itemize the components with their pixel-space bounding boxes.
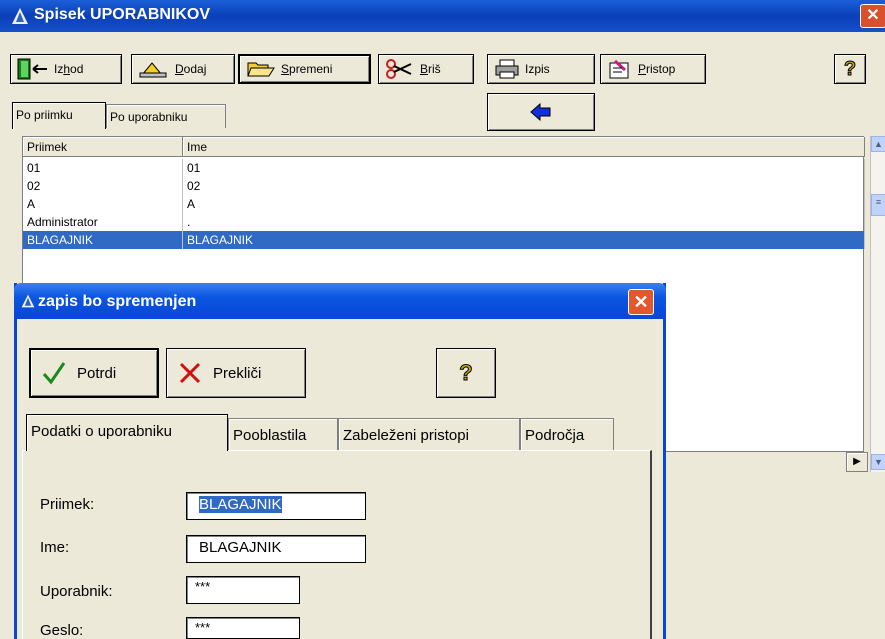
scroll-thumb[interactable]: ≡ bbox=[871, 194, 885, 216]
scroll-up-icon[interactable]: ▲ bbox=[871, 136, 885, 152]
tab-permissions[interactable]: Pooblastila bbox=[228, 418, 338, 450]
printer-icon bbox=[495, 59, 519, 79]
surname-input[interactable]: BLAGAJNIK bbox=[186, 492, 366, 520]
confirm-label: Potrdi bbox=[77, 364, 117, 382]
help-button[interactable]: ? bbox=[834, 54, 866, 84]
dialog-title: zapis bo spremenjen bbox=[38, 293, 197, 310]
print-label: Izpis bbox=[525, 62, 550, 76]
dialog-help-button[interactable]: ? bbox=[436, 348, 496, 398]
change-button[interactable]: Spremeni bbox=[238, 54, 371, 84]
window-title: Spisek UPORABNIKOV bbox=[34, 6, 211, 23]
arrow-left-icon bbox=[530, 103, 551, 121]
username-value: *** bbox=[195, 579, 211, 594]
main-title-bar[interactable]: Spisek UPORABNIKOV bbox=[0, 0, 885, 32]
add-button[interactable]: Dodaj bbox=[131, 54, 235, 84]
print-button[interactable]: Izpis bbox=[487, 54, 595, 84]
cancel-button[interactable]: Prekliči bbox=[166, 348, 306, 398]
column-header-surname[interactable]: Priimek bbox=[23, 137, 183, 157]
tab-by-surname[interactable]: Po priimku bbox=[12, 102, 106, 129]
add-label: Dodaj bbox=[175, 62, 207, 76]
help-question-icon: ? bbox=[843, 57, 857, 80]
open-folder-icon bbox=[247, 62, 275, 77]
name-input[interactable]: BLAGAJNIK bbox=[186, 535, 366, 563]
access-button[interactable]: Pristop bbox=[600, 54, 706, 84]
username-label: Uporabnik: bbox=[40, 583, 113, 600]
username-input[interactable]: *** bbox=[186, 576, 300, 604]
scroll-right-icon[interactable]: ▶ bbox=[846, 452, 868, 472]
grid-header: Priimek Ime bbox=[23, 137, 865, 157]
add-record-icon bbox=[139, 62, 167, 78]
table-row[interactable]: Administrator. bbox=[23, 213, 865, 231]
tab-logged-access[interactable]: Zabeleženi pristopi bbox=[338, 418, 520, 450]
table-row-selected[interactable]: BLAGAJNIK BLAGAJNIK bbox=[23, 231, 865, 249]
exit-label: Izhod bbox=[54, 62, 84, 76]
password-value: *** bbox=[195, 620, 211, 635]
back-arrow-button[interactable] bbox=[487, 93, 595, 131]
cross-icon bbox=[179, 362, 201, 384]
change-label: Spremeni bbox=[281, 62, 333, 76]
dialog-close-button[interactable]: ✕ bbox=[628, 289, 654, 315]
name-value: BLAGAJNIK bbox=[199, 539, 282, 556]
app-logo-icon bbox=[12, 8, 28, 24]
tab-by-user[interactable]: Po uporabniku bbox=[106, 104, 226, 128]
exit-button[interactable]: Izhod bbox=[10, 54, 122, 84]
column-header-name[interactable]: Ime bbox=[183, 137, 865, 157]
confirm-button[interactable]: Potrdi bbox=[29, 348, 159, 398]
access-card-icon bbox=[609, 59, 629, 79]
table-row[interactable]: AA bbox=[23, 195, 865, 213]
table-row[interactable]: 01 01 bbox=[23, 159, 865, 177]
scroll-down-icon[interactable]: ▼ bbox=[871, 454, 885, 470]
exit-door-icon bbox=[17, 58, 47, 80]
dialog-logo-icon bbox=[21, 294, 35, 308]
tab-user-data[interactable]: Podatki o uporabniku bbox=[26, 414, 228, 451]
surname-label: Priimek: bbox=[40, 496, 95, 513]
password-input[interactable]: *** bbox=[186, 617, 300, 639]
grid-vertical-scrollbar[interactable]: ▲ ≡ ▼ bbox=[870, 136, 885, 472]
table-row[interactable]: 02 02 bbox=[23, 177, 865, 195]
delete-button[interactable]: Briš bbox=[378, 54, 474, 84]
cancel-label: Prekliči bbox=[213, 364, 262, 382]
delete-label: Briš bbox=[420, 62, 441, 76]
name-label: Ime: bbox=[40, 539, 70, 556]
dialog-title-bar[interactable]: zapis bo spremenjen bbox=[14, 283, 666, 319]
tab-areas[interactable]: Področja bbox=[520, 418, 614, 450]
main-close-button[interactable]: ✕ bbox=[860, 4, 885, 28]
scissors-icon bbox=[386, 59, 412, 79]
help-question-icon: ? bbox=[459, 360, 473, 386]
surname-value: BLAGAJNIK bbox=[199, 496, 282, 513]
checkmark-icon bbox=[42, 362, 66, 385]
access-label: Pristop bbox=[638, 62, 676, 76]
password-label: Geslo: bbox=[40, 622, 84, 639]
